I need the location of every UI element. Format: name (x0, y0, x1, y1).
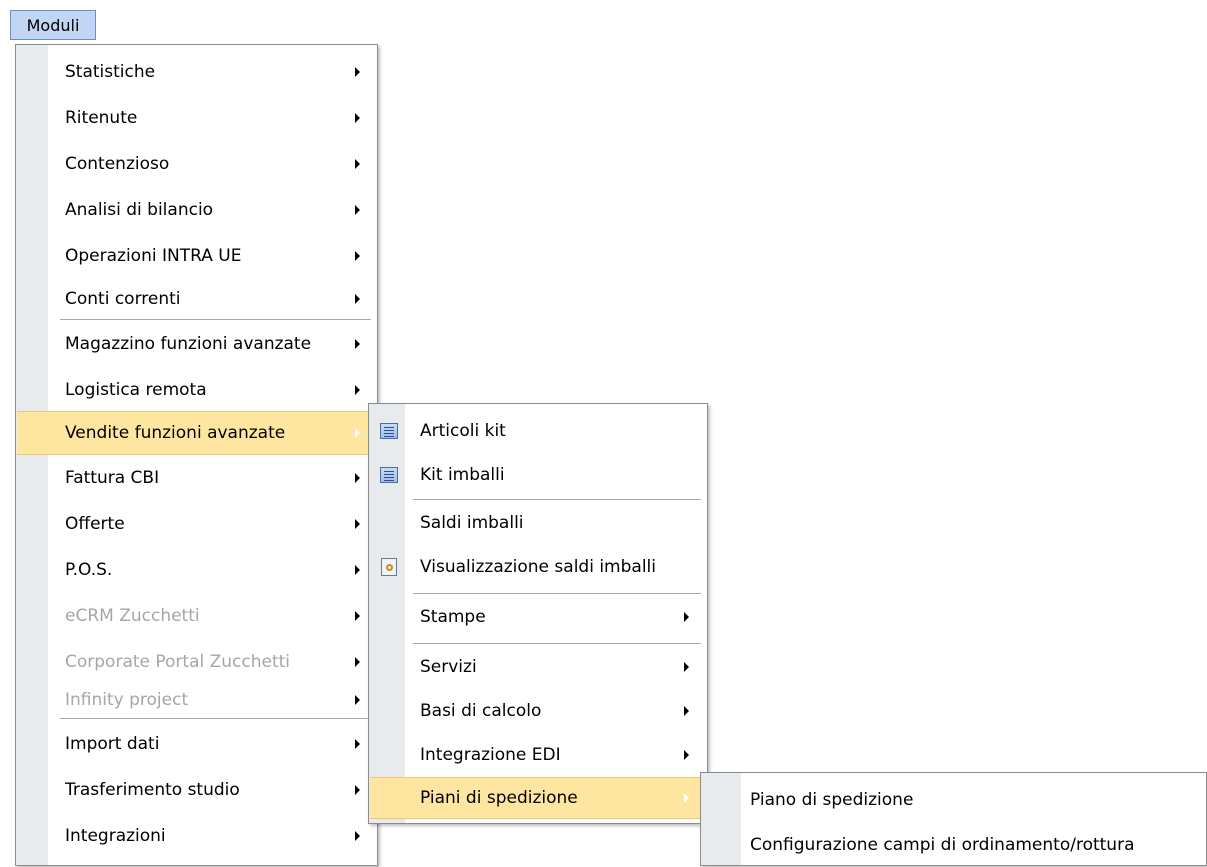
menu-separator (413, 499, 701, 500)
submenu-arrow-icon (684, 750, 689, 760)
submenu-arrow-icon (355, 159, 360, 169)
menu-item-basi-di-calcolo[interactable]: Basi di calcolo (370, 689, 706, 733)
submenu-arrow-icon (355, 611, 360, 621)
menu-item-integrazioni[interactable]: Integrazioni (17, 813, 376, 859)
menu-item-offerte[interactable]: Offerte (17, 501, 376, 547)
menu-item-trasferimento-studio[interactable]: Trasferimento studio (17, 767, 376, 813)
menu-item-visualizzazione-saldi-imballi[interactable]: Visualizzazione saldi imballi (370, 545, 706, 589)
submenu-arrow-icon (355, 339, 360, 349)
submenu-arrow-icon (355, 785, 360, 795)
submenu-arrow-icon (355, 67, 360, 77)
menu-item-kit-imballi[interactable]: Kit imballi (370, 453, 706, 497)
menu-item-label: Stampe (420, 607, 486, 627)
menu-item-label: Magazzino funzioni avanzate (65, 334, 312, 354)
menu-item-magazzino-funzioni-avanzate[interactable]: Magazzino funzioni avanzate (17, 321, 376, 367)
menu-item-label: Kit imballi (420, 465, 505, 485)
menu-item-label: Integrazione EDI (420, 745, 561, 765)
menu-item-label: Saldi imballi (420, 513, 524, 533)
menu-item-configurazione-campi[interactable]: Configurazione campi di ordinamento/rott… (702, 823, 1205, 867)
menu-item-label: Statistiche (65, 62, 156, 82)
menu-item-label: Trasferimento studio (65, 780, 240, 800)
menu-item-label: Piano di spedizione (750, 790, 914, 810)
menu-item-ecrm-zucchetti[interactable]: eCRM Zucchetti (17, 593, 376, 639)
menu-item-analisi-di-bilancio[interactable]: Analisi di bilancio (17, 187, 376, 233)
menu-item-label: Logistica remota (65, 380, 207, 400)
menu-item-label: Analisi di bilancio (65, 200, 214, 220)
vendite-submenu: Articoli kit Kit imballi Saldi imballi V… (368, 403, 708, 824)
menu-item-label: Import dati (65, 734, 160, 754)
menu-separator (60, 718, 371, 719)
menu-item-label: Operazioni INTRA UE (65, 246, 242, 266)
menu-item-fattura-cbi[interactable]: Fattura CBI (17, 455, 376, 501)
menu-item-label: Offerte (65, 514, 125, 534)
menu-separator (60, 319, 371, 320)
menubar-moduli[interactable]: Moduli (10, 10, 96, 40)
submenu-arrow-icon (355, 695, 360, 705)
submenu-arrow-icon (355, 428, 360, 438)
menu-item-label: eCRM Zucchetti (65, 606, 200, 626)
submenu-arrow-icon (355, 205, 360, 215)
submenu-arrow-icon (355, 251, 360, 261)
submenu-arrow-icon (684, 793, 689, 803)
menu-item-contenzioso[interactable]: Contenzioso (17, 141, 376, 187)
menu-item-servizi[interactable]: Servizi (370, 645, 706, 689)
menu-item-label: Contenzioso (65, 154, 170, 174)
menu-item-label: Visualizzazione saldi imballi (420, 557, 656, 577)
menu-item-label: Infinity project (65, 690, 189, 710)
menu-separator (413, 593, 701, 594)
list-icon (380, 467, 398, 483)
menu-item-label: Corporate Portal Zucchetti (65, 652, 291, 672)
submenu-arrow-icon (684, 706, 689, 716)
piani-submenu: Piano di spedizione Configurazione campi… (700, 772, 1207, 866)
menu-item-label: P.O.S. (65, 560, 113, 580)
menubar-moduli-label: Moduli (26, 15, 80, 35)
menu-item-conti-correnti[interactable]: Conti correnti (17, 279, 376, 319)
menu-item-logistica-remota[interactable]: Logistica remota (17, 367, 376, 413)
submenu-arrow-icon (355, 473, 360, 483)
menu-item-label: Ritenute (65, 108, 138, 128)
menu-item-label: Basi di calcolo (420, 701, 542, 721)
menu-item-infinity-project[interactable]: Infinity project (17, 685, 376, 715)
menu-item-corporate-portal-zucchetti[interactable]: Corporate Portal Zucchetti (17, 639, 376, 685)
submenu-arrow-icon (355, 565, 360, 575)
menu-item-label: Piani di spedizione (420, 788, 578, 808)
submenu-arrow-icon (355, 831, 360, 841)
menu-item-label: Vendite funzioni avanzate (65, 423, 286, 443)
menu-item-saldi-imballi[interactable]: Saldi imballi (370, 501, 706, 545)
submenu-arrow-icon (355, 739, 360, 749)
menu-item-piano-di-spedizione[interactable]: Piano di spedizione (702, 777, 1205, 823)
menu-item-label: Conti correnti (65, 289, 181, 309)
menu-item-ritenute[interactable]: Ritenute (17, 95, 376, 141)
submenu-arrow-icon (684, 662, 689, 672)
menu-item-stampe[interactable]: Stampe (370, 595, 706, 639)
menu-item-vendite-funzioni-avanzate[interactable]: Vendite funzioni avanzate (17, 411, 376, 455)
menu-item-label: Configurazione campi di ordinamento/rott… (750, 835, 1135, 855)
menu-item-integrazione-edi[interactable]: Integrazione EDI (370, 733, 706, 777)
document-search-icon (381, 558, 397, 576)
submenu-arrow-icon (355, 385, 360, 395)
moduli-menu: Statistiche Ritenute Contenzioso Analisi… (15, 44, 378, 866)
list-icon (380, 423, 398, 439)
submenu-arrow-icon (355, 294, 360, 304)
menu-item-articoli-kit[interactable]: Articoli kit (370, 409, 706, 453)
menu-item-pos[interactable]: P.O.S. (17, 547, 376, 593)
submenu-arrow-icon (355, 113, 360, 123)
menu-item-label: Articoli kit (420, 421, 506, 441)
menu-item-label: Servizi (420, 657, 477, 677)
submenu-arrow-icon (355, 519, 360, 529)
submenu-arrow-icon (684, 612, 689, 622)
menu-item-label: Fattura CBI (65, 468, 160, 488)
menu-item-label: Integrazioni (65, 826, 166, 846)
submenu-arrow-icon (355, 657, 360, 667)
menu-separator (413, 643, 701, 644)
menu-item-piani-di-spedizione[interactable]: Piani di spedizione (370, 777, 706, 819)
menu-item-import-dati[interactable]: Import dati (17, 721, 376, 767)
menu-item-statistiche[interactable]: Statistiche (17, 49, 376, 95)
menu-item-operazioni-intra-ue[interactable]: Operazioni INTRA UE (17, 233, 376, 279)
